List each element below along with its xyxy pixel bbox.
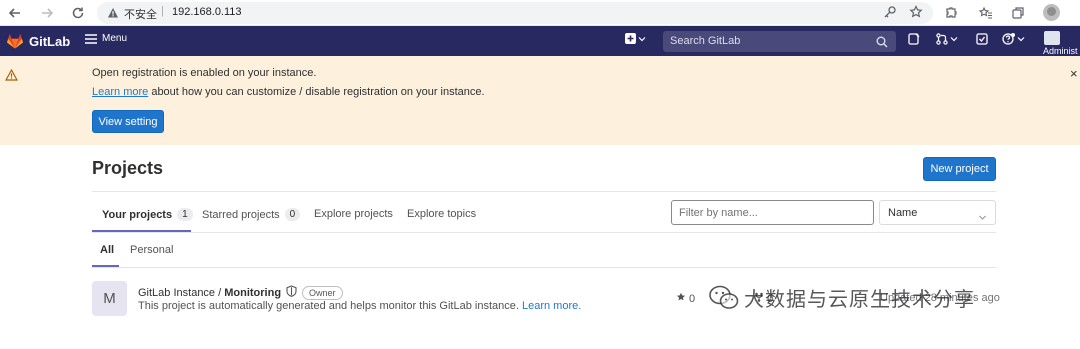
reload-icon[interactable] — [68, 3, 88, 23]
filter-placeholder: Filter by name... — [679, 207, 758, 219]
registration-alert: Open registration is enabled on your ins… — [0, 56, 1080, 145]
subtab-all[interactable]: All — [100, 244, 114, 256]
user-label[interactable]: Administ — [1043, 46, 1078, 56]
alert-body: Learn more about how you can customize /… — [92, 86, 485, 98]
chevron-down-icon — [1017, 37, 1025, 42]
project-description: This project is automatically generated … — [138, 300, 581, 312]
warning-icon — [4, 68, 19, 86]
security-label: 不安全 — [124, 9, 157, 21]
collections-icon[interactable] — [1008, 3, 1028, 23]
alert-title: Open registration is enabled on your ins… — [92, 67, 317, 79]
gitlab-brand[interactable]: GitLab — [29, 34, 70, 49]
address-bar[interactable]: 不安全 | 192.168.0.113 — [97, 2, 933, 24]
filter-by-name-input[interactable]: Filter by name... — [671, 200, 874, 225]
search-icon — [876, 35, 888, 53]
role-badge: Owner — [302, 285, 343, 300]
watermark-text: 大数据与云原生技术分享 — [744, 289, 975, 311]
subtab-personal[interactable]: Personal — [130, 244, 173, 256]
merge-request-icon — [936, 33, 948, 45]
merge-requests-button[interactable] — [936, 33, 958, 45]
forward-arrow-icon[interactable] — [37, 3, 57, 23]
tab-starred-projects[interactable]: Starred projects 0 — [202, 208, 301, 221]
gitlab-logo-icon[interactable] — [6, 33, 24, 54]
project-avatar[interactable]: M — [92, 281, 127, 316]
description-text: This project is automatically generated … — [138, 300, 522, 312]
project-name: Monitoring — [224, 286, 282, 299]
favorite-star-icon[interactable] — [909, 5, 923, 24]
key-icon[interactable] — [883, 5, 897, 24]
tab-count-badge: 1 — [177, 208, 193, 221]
new-project-button[interactable]: New project — [923, 157, 996, 181]
alert-body-text: about how you can customize / disable re… — [148, 86, 485, 98]
chevron-down-icon — [638, 36, 646, 41]
search-placeholder: Search GitLab — [670, 35, 741, 47]
url-separator: | — [161, 5, 164, 17]
extensions-icon[interactable] — [941, 3, 961, 23]
url-text[interactable]: 192.168.0.113 — [172, 6, 242, 18]
close-icon[interactable]: × — [1070, 66, 1078, 81]
divider — [92, 232, 996, 233]
warning-icon — [107, 6, 119, 24]
wechat-icon — [709, 285, 739, 309]
tab-label: Explore projects — [314, 208, 393, 220]
view-setting-button[interactable]: View setting — [92, 110, 164, 133]
todo-icon[interactable] — [976, 33, 988, 45]
divider — [92, 267, 996, 268]
tab-your-projects[interactable]: Your projects 1 — [102, 208, 193, 221]
tab-explore-projects[interactable]: Explore projects — [314, 208, 393, 220]
star-count[interactable]: 0 — [689, 293, 695, 305]
divider — [92, 191, 996, 192]
tab-label: Explore topics — [407, 208, 477, 220]
tab-count-badge: 0 — [284, 208, 301, 221]
help-button[interactable] — [1002, 33, 1025, 45]
star-icon — [676, 292, 686, 305]
project-title: GitLab Instance / Monitoring Owner — [138, 285, 343, 300]
sort-value: Name — [888, 207, 918, 219]
create-new-button[interactable] — [625, 33, 646, 44]
page-title: Projects — [92, 158, 164, 178]
help-icon — [1002, 33, 1015, 45]
project-namespace: GitLab Instance / — [138, 286, 225, 299]
learn-more-link[interactable]: Learn more — [92, 86, 148, 98]
gitlab-navbar: GitLab Menu Search GitLab Administ — [0, 26, 1080, 56]
back-arrow-icon[interactable] — [5, 3, 25, 23]
project-link[interactable]: GitLab Instance / Monitoring — [138, 287, 281, 299]
hamburger-icon — [85, 33, 97, 44]
search-input[interactable]: Search GitLab — [663, 31, 896, 52]
menu-button[interactable]: Menu — [85, 33, 127, 44]
plus-square-icon — [625, 33, 636, 44]
browser-toolbar: 不安全 | 192.168.0.113 — [0, 0, 1080, 26]
favorites-icon[interactable] — [976, 3, 996, 23]
tab-explore-topics[interactable]: Explore topics — [407, 208, 476, 220]
sort-dropdown[interactable]: Name — [879, 200, 996, 225]
issues-icon[interactable] — [908, 33, 920, 45]
tab-label: Starred projects — [202, 208, 280, 221]
description-learn-more-link[interactable]: Learn more. — [522, 300, 581, 312]
chevron-down-icon — [978, 209, 987, 227]
tab-label: Your projects — [102, 208, 173, 221]
menu-label: Menu — [102, 33, 128, 44]
watermark: 大数据与云原生技术分享 — [708, 283, 975, 312]
shield-icon — [286, 285, 297, 300]
user-avatar[interactable] — [1044, 31, 1060, 45]
chevron-down-icon — [950, 37, 958, 42]
browser-profile-avatar[interactable] — [1043, 4, 1060, 21]
